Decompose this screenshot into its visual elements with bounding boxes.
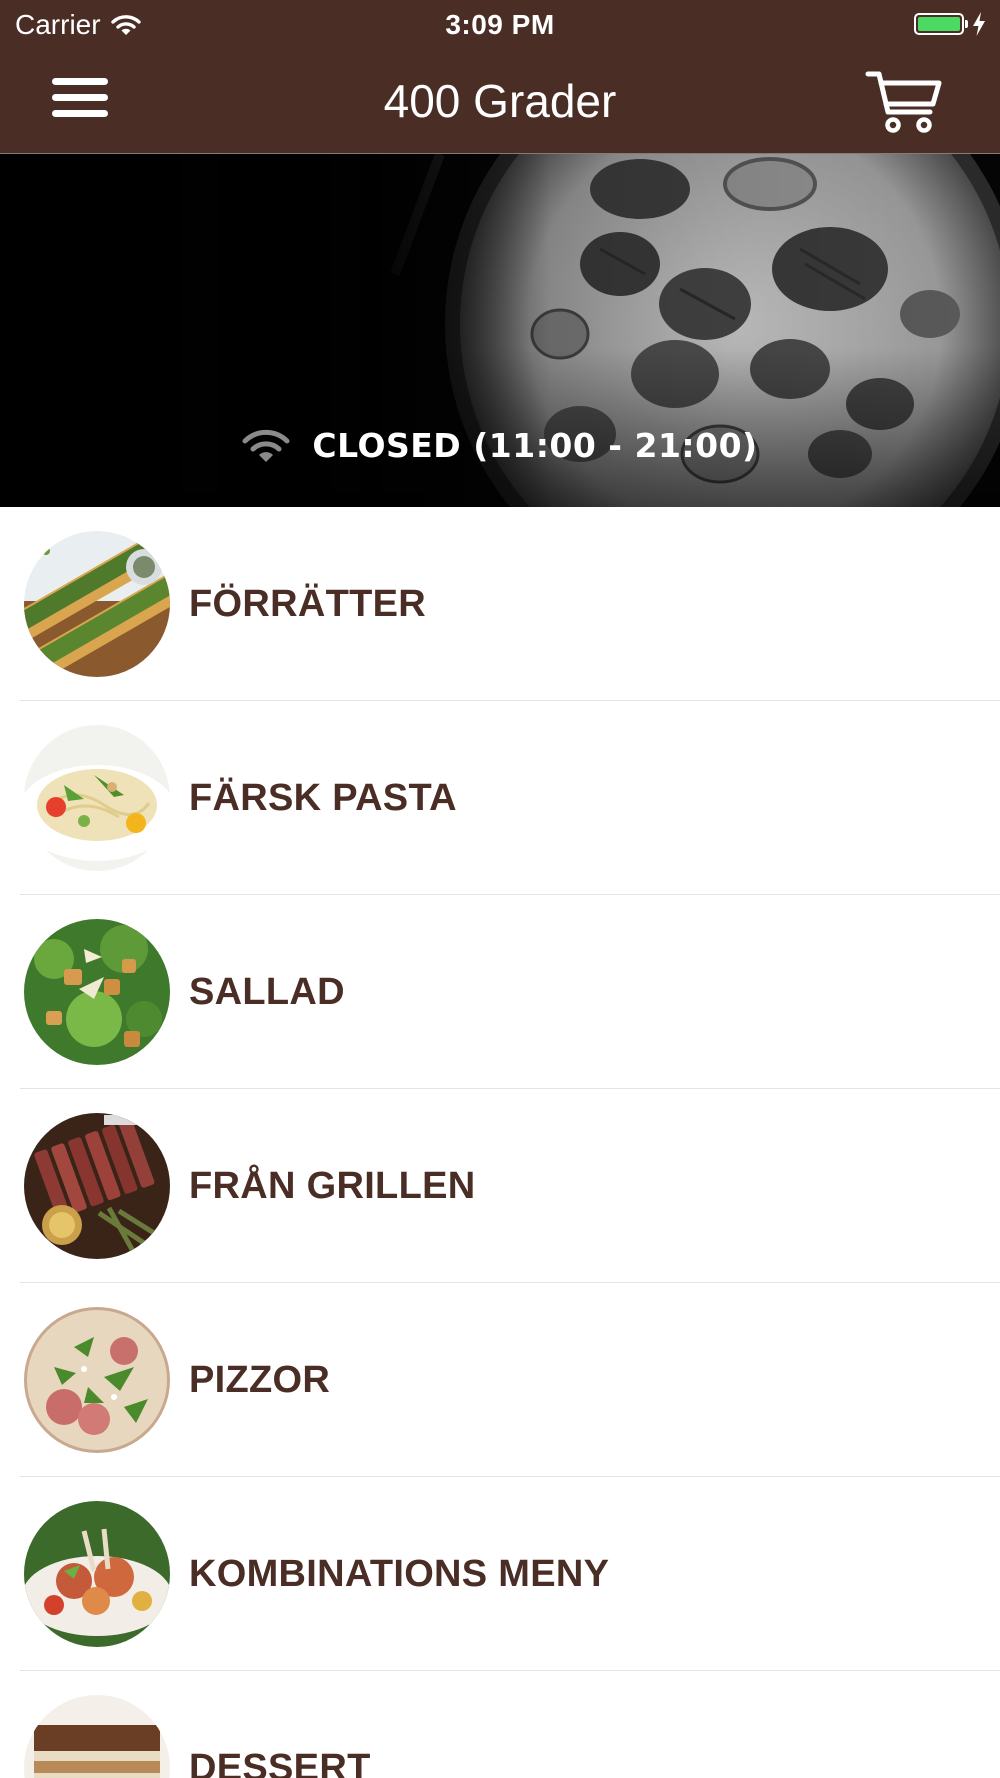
- category-list: FÖRRÄTTER FÄRSK PASTA SALLAD FRÅN GRILLE…: [0, 507, 1000, 1778]
- opening-hours-text: CLOSED (11:00 - 21:00): [312, 426, 758, 465]
- app-screen: Carrier 3:09 PM 400 Grader CLOSED (11:00…: [0, 0, 1000, 1778]
- status-bar: Carrier 3:09 PM: [0, 0, 1000, 50]
- fran-grillen-thumbnail: [24, 1113, 170, 1259]
- category-item-kombinations-meny[interactable]: KOMBINATIONS MENY: [0, 1477, 1000, 1671]
- category-label: FÖRRÄTTER: [189, 583, 427, 625]
- category-label: PIZZOR: [189, 1359, 331, 1401]
- category-label: FRÅN GRILLEN: [189, 1165, 476, 1207]
- charging-bolt-icon: [973, 12, 985, 36]
- kombinations-meny-thumbnail: [24, 1501, 170, 1647]
- restaurant-hero-banner: CLOSED (11:00 - 21:00): [0, 154, 1000, 507]
- battery-level: [918, 17, 960, 31]
- cart-icon[interactable]: [864, 68, 944, 136]
- farsk-pasta-thumbnail: [24, 725, 170, 871]
- forratter-thumbnail: [24, 531, 170, 677]
- category-item-farsk-pasta[interactable]: FÄRSK PASTA: [0, 701, 1000, 895]
- pizzor-thumbnail: [24, 1307, 170, 1453]
- category-item-fran-grillen[interactable]: FRÅN GRILLEN: [0, 1089, 1000, 1283]
- status-time: 3:09 PM: [445, 9, 555, 40]
- category-item-dessert[interactable]: DESSERT: [0, 1671, 1000, 1778]
- top-bar: Carrier 3:09 PM 400 Grader: [0, 0, 1000, 154]
- battery-indicator: [914, 12, 986, 36]
- navigation-bar: 400 Grader: [0, 50, 1000, 154]
- sallad-thumbnail: [24, 919, 170, 1065]
- category-item-forratter[interactable]: FÖRRÄTTER: [0, 507, 1000, 701]
- category-item-sallad[interactable]: SALLAD: [0, 895, 1000, 1089]
- category-item-pizzor[interactable]: PIZZOR: [0, 1283, 1000, 1477]
- battery-cap: [965, 20, 968, 28]
- category-label: SALLAD: [189, 971, 345, 1013]
- category-label: DESSERT: [189, 1747, 371, 1778]
- battery-icon: [914, 13, 968, 35]
- wifi-icon: [242, 429, 290, 462]
- category-label: KOMBINATIONS MENY: [189, 1553, 610, 1595]
- opening-status: CLOSED (11:00 - 21:00): [0, 426, 1000, 465]
- dessert-thumbnail: [24, 1695, 170, 1778]
- page-title: 400 Grader: [383, 75, 617, 127]
- category-label: FÄRSK PASTA: [189, 777, 457, 819]
